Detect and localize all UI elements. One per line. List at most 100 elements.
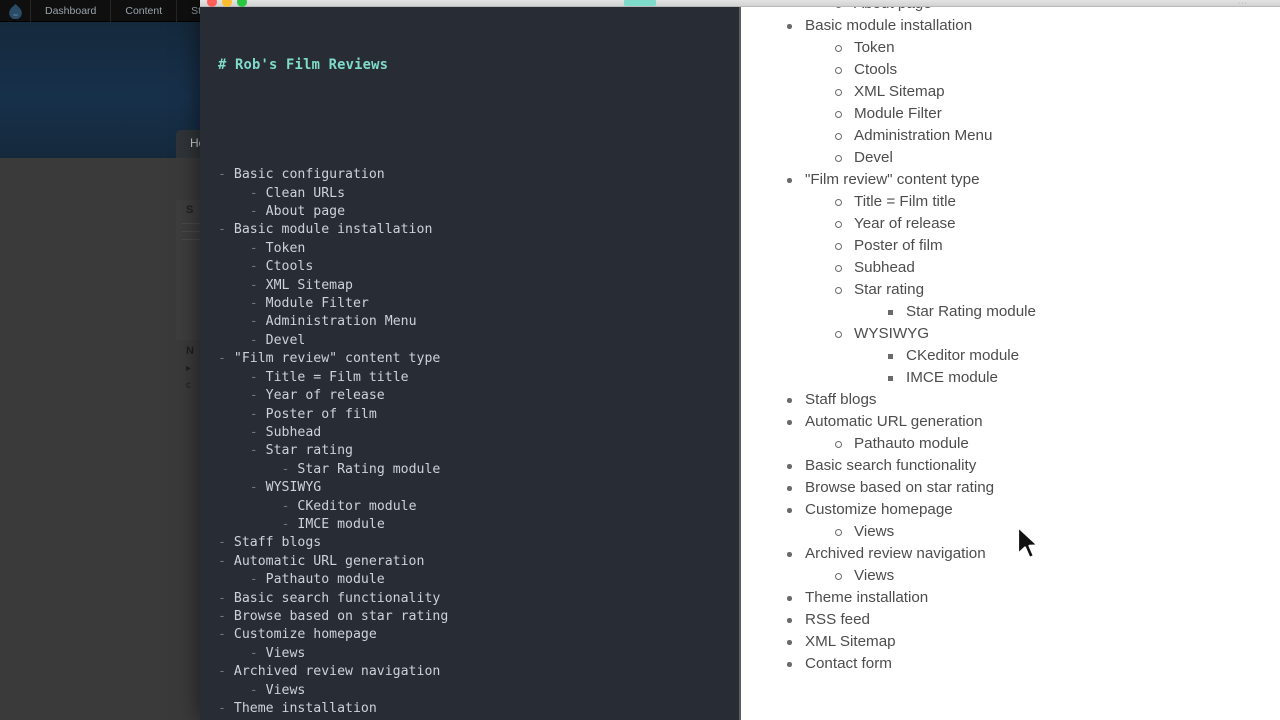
preview-list-item-text: Token (854, 39, 895, 56)
window-traffic-lights[interactable] (207, 0, 247, 7)
list-dash-marker: - (281, 498, 298, 514)
list-dash-marker: - (249, 480, 266, 496)
preview-list-item-text: Year of release (854, 215, 956, 232)
markdown-line-list: - Basic configuration - Clean URLs - Abo… (218, 166, 741, 720)
preview-list-item-text: Automatic URL generation (805, 413, 983, 430)
markdown-line-text: Automatic URL generation (233, 553, 425, 569)
markdown-line: - Module Filter (218, 295, 741, 313)
preview-list-item: CKeditor module (884, 345, 1280, 367)
markdown-line-text: Basic configuration (233, 167, 385, 183)
preview-list-item: XML Sitemap (783, 631, 1280, 653)
markdown-line-text: Views (265, 645, 306, 661)
maximize-window-icon[interactable] (237, 0, 247, 7)
markdown-source-pane[interactable]: # Rob's Film Reviews - Basic configurati… (200, 7, 741, 720)
markdown-line: - Customize homepage (218, 626, 741, 644)
markdown-line: - Basic search functionality (218, 590, 741, 608)
preview-list-item: Star rating Star Rating module (832, 279, 1280, 323)
list-dash-marker: - (218, 167, 234, 183)
list-dash-marker: - (218, 590, 234, 606)
markdown-line-text: Star Rating module (297, 461, 441, 477)
preview-list-item-text: Title = Film title (854, 193, 956, 210)
list-dash-marker: - (249, 369, 266, 385)
titlebar-menu-icon[interactable]: ··· (1238, 0, 1248, 7)
list-dash-marker: - (249, 185, 266, 201)
markdown-line-text: Theme installation (233, 701, 377, 717)
preview-list-item: Token (832, 37, 1280, 59)
preview-list-item-text: Contact form (805, 655, 892, 672)
preview-list-item: Title = Film title (832, 191, 1280, 213)
markdown-line-text: CKeditor module (297, 498, 417, 514)
list-dash-marker: - (249, 332, 266, 348)
preview-list-item: Views (832, 521, 1280, 543)
markdown-heading: # Rob's Film Reviews (218, 56, 389, 73)
drupal-nav-content[interactable]: Content (110, 0, 176, 22)
markdown-line-text: Module Filter (265, 296, 369, 312)
markdown-line: - Basic module installation (218, 221, 741, 239)
preview-list-level-2: Views (832, 565, 1280, 587)
preview-list-item-text: Star rating (854, 281, 925, 298)
preview-list-item: Views (832, 565, 1280, 587)
markdown-line-text: Poster of film (265, 406, 377, 422)
list-dash-marker: - (249, 424, 266, 440)
markdown-line: - Year of release (218, 387, 741, 405)
markdown-editor-window[interactable]: ··· # Rob's Film Reviews - Basic configu… (200, 0, 1280, 720)
markdown-line: - Clean URLs (218, 185, 741, 203)
preview-list-item: Staff blogs (783, 389, 1280, 411)
preview-list-item-text: About page (854, 7, 932, 15)
preview-list-item: Pathauto module (832, 433, 1280, 455)
preview-list-item-text: Views (854, 567, 895, 584)
drupal-logo-icon (0, 0, 30, 22)
preview-list-item-text: XML Sitemap (854, 83, 945, 100)
preview-list-item-text: Administration Menu (854, 127, 993, 144)
markdown-line-text: Basic search functionality (233, 590, 441, 606)
preview-list-level-3: CKeditor module IMCE module (884, 345, 1280, 389)
list-dash-marker: - (249, 204, 266, 220)
markdown-line-text: Archived review navigation (233, 664, 441, 680)
preview-list-item-text: IMCE module (906, 369, 999, 386)
list-dash-marker: - (218, 222, 234, 238)
list-dash-marker: - (249, 388, 266, 404)
markdown-line-text: Customize homepage (233, 627, 377, 643)
preview-list-item: Basic configurationClean URLsAbout page (783, 7, 1280, 15)
markdown-line: - Theme installation (218, 700, 741, 718)
window-titlebar[interactable]: ··· (200, 0, 1280, 7)
list-dash-marker: - (218, 664, 234, 680)
preview-list-level-2: Title = Film title Year of release Poster … (832, 191, 1280, 389)
list-dash-marker: - (249, 443, 266, 459)
markdown-line: - Star rating (218, 442, 741, 460)
close-window-icon[interactable] (207, 0, 217, 7)
markdown-line: - Token (218, 240, 741, 258)
preview-list-item-text: RSS feed (805, 611, 871, 628)
preview-list-item: WYSIWYG CKeditor module IMCE module (832, 323, 1280, 389)
preview-outline-list: Basic configurationClean URLsAbout pageB… (741, 7, 1280, 675)
drupal-nav-dashboard[interactable]: Dashboard (30, 0, 110, 22)
markdown-line-text: WYSIWYG (265, 480, 322, 496)
minimize-window-icon[interactable] (222, 0, 232, 7)
markdown-line-text: Staff blogs (233, 535, 322, 551)
markdown-line-text: Ctools (265, 259, 314, 275)
markdown-line-text: IMCE module (297, 516, 385, 532)
markdown-line: - Archived review navigation (218, 663, 741, 681)
markdown-preview-pane[interactable]: Basic configurationClean URLsAbout pageB… (741, 7, 1280, 720)
markdown-line: - CKeditor module (218, 498, 741, 516)
preview-list-item: Module Filter (832, 103, 1280, 125)
markdown-line: - Poster of film (218, 406, 741, 424)
preview-list-item: Year of release (832, 213, 1280, 235)
preview-list-item-text: XML Sitemap (805, 633, 896, 650)
list-dash-marker: - (218, 627, 234, 643)
preview-list-level-2: Token Ctools XML Sitemap Module Filter Admin… (832, 37, 1280, 169)
preview-list-item-text: Staff blogs (805, 391, 877, 408)
markdown-line: - Star Rating module (218, 461, 741, 479)
